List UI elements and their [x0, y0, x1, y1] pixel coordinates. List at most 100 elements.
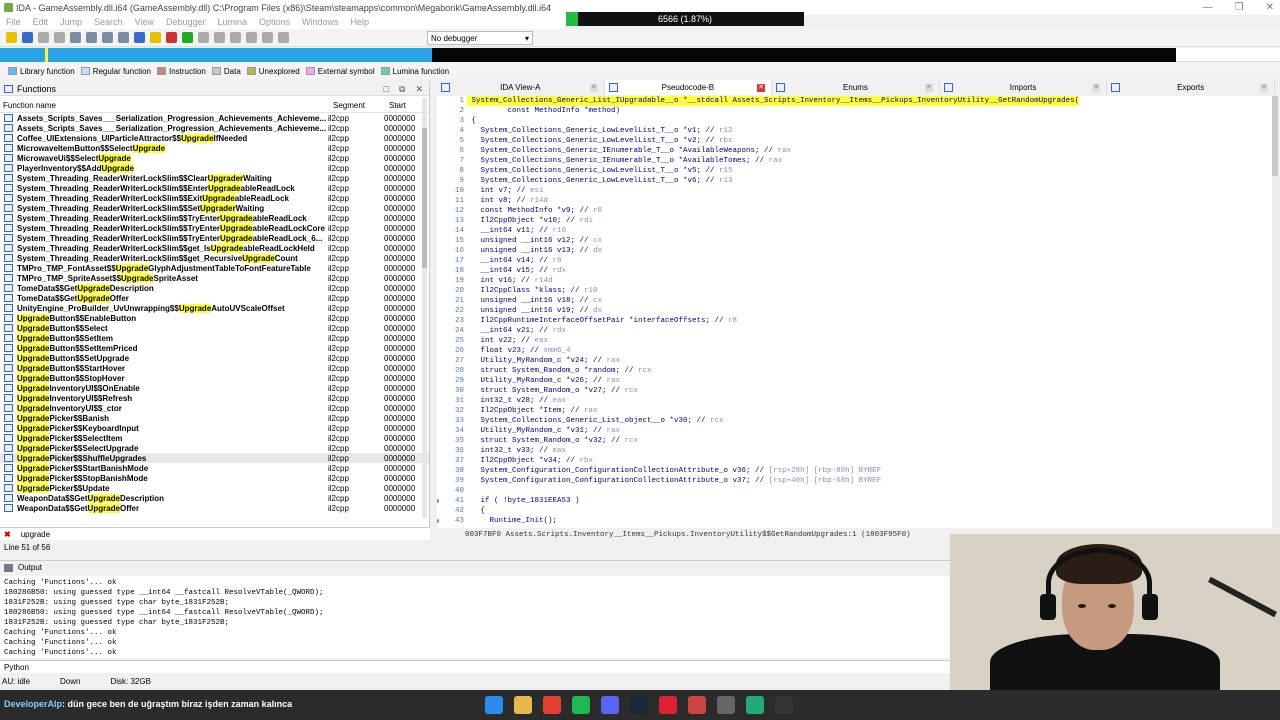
back-icon[interactable] — [38, 32, 49, 43]
navigation-band[interactable] — [0, 48, 1280, 62]
functions-filter-input[interactable]: upgrade — [21, 530, 50, 539]
tab-ida-view-a[interactable]: IDA View-A ✕ — [437, 80, 605, 95]
breakpoint-gutter[interactable] — [437, 216, 443, 226]
breakpoint-gutter[interactable] — [437, 376, 443, 386]
tab-imports[interactable]: Imports ✕ — [940, 80, 1108, 95]
close-x-icon[interactable] — [278, 32, 289, 43]
breakpoint-gutter[interactable] — [437, 436, 443, 446]
function-row[interactable]: UpgradePicker$$ShuffleUpgrades il2cpp 0000… — [0, 453, 429, 463]
restore-panel-icon[interactable]: □ — [384, 84, 389, 95]
breakpoint-gutter[interactable] — [437, 106, 443, 116]
menu-item-lumina[interactable]: Lumina — [217, 17, 247, 27]
breakpoint-gutter[interactable] — [437, 126, 443, 136]
breakpoint-gutter[interactable] — [437, 496, 443, 506]
breakpoint-gutter[interactable] — [437, 156, 443, 166]
breakpoint-gutter[interactable] — [437, 506, 443, 516]
search-text-icon[interactable] — [102, 32, 113, 43]
breakpoint-gutter[interactable] — [437, 196, 443, 206]
breakpoint-gutter[interactable] — [437, 356, 443, 366]
breakpoint-gutter[interactable] — [437, 406, 443, 416]
breakpoint-gutter[interactable] — [437, 396, 443, 406]
steam-icon[interactable] — [630, 696, 648, 714]
function-row[interactable]: Coffee_UIExtensions_UIParticleAttractor$… — [0, 133, 429, 143]
windows-start-icon[interactable] — [485, 696, 503, 714]
spotify-icon[interactable] — [572, 696, 590, 714]
tab-close-icon[interactable]: ✕ — [757, 83, 766, 92]
obs-icon[interactable] — [717, 696, 735, 714]
breakpoint-gutter[interactable] — [437, 426, 443, 436]
search-binary-icon[interactable] — [86, 32, 97, 43]
function-row[interactable]: UpgradePicker$$SelectUpgrade il2cpp 000000… — [0, 443, 429, 453]
green-app-icon[interactable] — [746, 696, 764, 714]
col-segment[interactable]: Segment — [330, 101, 386, 110]
functions-scrollbar[interactable] — [422, 98, 427, 518]
function-row[interactable]: MicrowaveUi$$SelectUpgrade il2cpp 0000000 — [0, 153, 429, 163]
breakpoint-gutter[interactable] — [437, 316, 443, 326]
breakpoint-gutter[interactable] — [437, 446, 443, 456]
menu-item-search[interactable]: Search — [94, 17, 123, 27]
interpreter-label[interactable]: Python — [4, 663, 29, 672]
function-row[interactable]: System_Threading_ReaderWriterLockSlim$$T… — [0, 213, 429, 223]
file-explorer-icon[interactable] — [514, 696, 532, 714]
float-panel-icon[interactable]: ⧉ — [399, 84, 405, 95]
function-row[interactable]: TMPro_TMP_FontAsset$$UpgradeGlyphAdjustm… — [0, 263, 429, 273]
terminal-icon[interactable] — [775, 696, 793, 714]
breakpoint-gutter[interactable] — [437, 286, 443, 296]
function-row[interactable]: UpgradeInventoryUI$$OnEnable il2cpp 000000… — [0, 383, 429, 393]
pseudocode-view[interactable]: 1 System_Collections_Generic_List_IUpgra… — [437, 96, 1275, 528]
run-icon[interactable] — [182, 32, 193, 43]
function-row[interactable]: System_Threading_ReaderWriterLockSlim$$T… — [0, 223, 429, 233]
down-arrow-icon[interactable] — [134, 32, 145, 43]
breakpoint-gutter[interactable] — [437, 516, 443, 526]
debugger-select[interactable]: No debugger ▾ — [427, 31, 533, 45]
pseudocode-scrollbar[interactable] — [1272, 96, 1278, 528]
breakpoint-gutter[interactable] — [437, 186, 443, 196]
breakpoint-gutter[interactable] — [437, 136, 443, 146]
tab-close-icon[interactable]: ✕ — [924, 83, 933, 92]
function-row[interactable]: UpgradePicker$$KeyboardInput il2cpp 000000… — [0, 423, 429, 433]
function-row[interactable]: MicrowaveItemButton$$SelectUpgrade il2cpp… — [0, 143, 429, 153]
breakpoint-gutter[interactable] — [437, 366, 443, 376]
menu-item-windows[interactable]: Windows — [302, 17, 339, 27]
struct-icon[interactable] — [230, 32, 241, 43]
breakpoint-gutter[interactable] — [437, 476, 443, 486]
tab-close-icon[interactable]: ✕ — [1259, 83, 1268, 92]
search-immediate-icon[interactable] — [118, 32, 129, 43]
function-row[interactable]: WeaponData$$GetUpgradeDescription il2cpp 0… — [0, 493, 429, 503]
function-row[interactable]: System_Threading_ReaderWriterLockSlim$$E… — [0, 183, 429, 193]
col-start[interactable]: Start — [386, 101, 426, 110]
breakpoint-gutter[interactable] — [437, 116, 443, 126]
open-icon[interactable] — [6, 32, 17, 43]
close-panel-icon[interactable]: ✕ — [415, 84, 423, 95]
data-icon[interactable] — [214, 32, 225, 43]
function-row[interactable]: TomeData$$GetUpgradeOffer il2cpp 0000000 — [0, 293, 429, 303]
discord-icon[interactable] — [601, 696, 619, 714]
menu-item-help[interactable]: Help — [351, 17, 370, 27]
breakpoint-gutter[interactable] — [437, 416, 443, 426]
menu-item-edit[interactable]: Edit — [33, 17, 49, 27]
function-row[interactable]: WeaponData$$GetUpgradeOffer il2cpp 0000000 — [0, 503, 429, 513]
breakpoint-gutter[interactable] — [437, 346, 443, 356]
save-icon[interactable] — [22, 32, 33, 43]
output-window[interactable]: Caching 'Functions'... ok 180286B50: usin… — [0, 576, 950, 658]
breakpoint-gutter[interactable] — [437, 296, 443, 306]
code-icon[interactable] — [198, 32, 209, 43]
breakpoint-gutter[interactable] — [437, 276, 443, 286]
red-app-icon[interactable] — [659, 696, 677, 714]
breakpoint-gutter[interactable] — [437, 456, 443, 466]
breakpoint-gutter[interactable] — [437, 466, 443, 476]
function-row[interactable]: UpgradeButton$$SetItemPriced il2cpp 000000… — [0, 343, 429, 353]
python-command-line[interactable]: Python — [0, 660, 950, 673]
breakpoint-gutter[interactable] — [437, 146, 443, 156]
function-row[interactable]: UpgradeButton$$Select il2cpp 0000000 — [0, 323, 429, 333]
function-row[interactable]: System_Threading_ReaderWriterLockSlim$$S… — [0, 203, 429, 213]
function-row[interactable]: UpgradeButton$$StartHover il2cpp 0000000 — [0, 363, 429, 373]
breakpoint-gutter[interactable] — [437, 256, 443, 266]
minimize-button[interactable]: — — [1203, 2, 1213, 13]
maximize-button[interactable]: ❐ — [1235, 2, 1244, 13]
function-row[interactable]: UpgradePicker$$SelectItem il2cpp 0000000 — [0, 433, 429, 443]
clear-filter-icon[interactable]: ✖ — [4, 530, 11, 539]
function-row[interactable]: UpgradeInventoryUI$$_ctor il2cpp 0000000 — [0, 403, 429, 413]
function-row[interactable]: Assets_Scripts_Saves___Serialization_Pro… — [0, 123, 429, 133]
function-row[interactable]: PlayerInventory$$AddUpgrade il2cpp 0000000 — [0, 163, 429, 173]
